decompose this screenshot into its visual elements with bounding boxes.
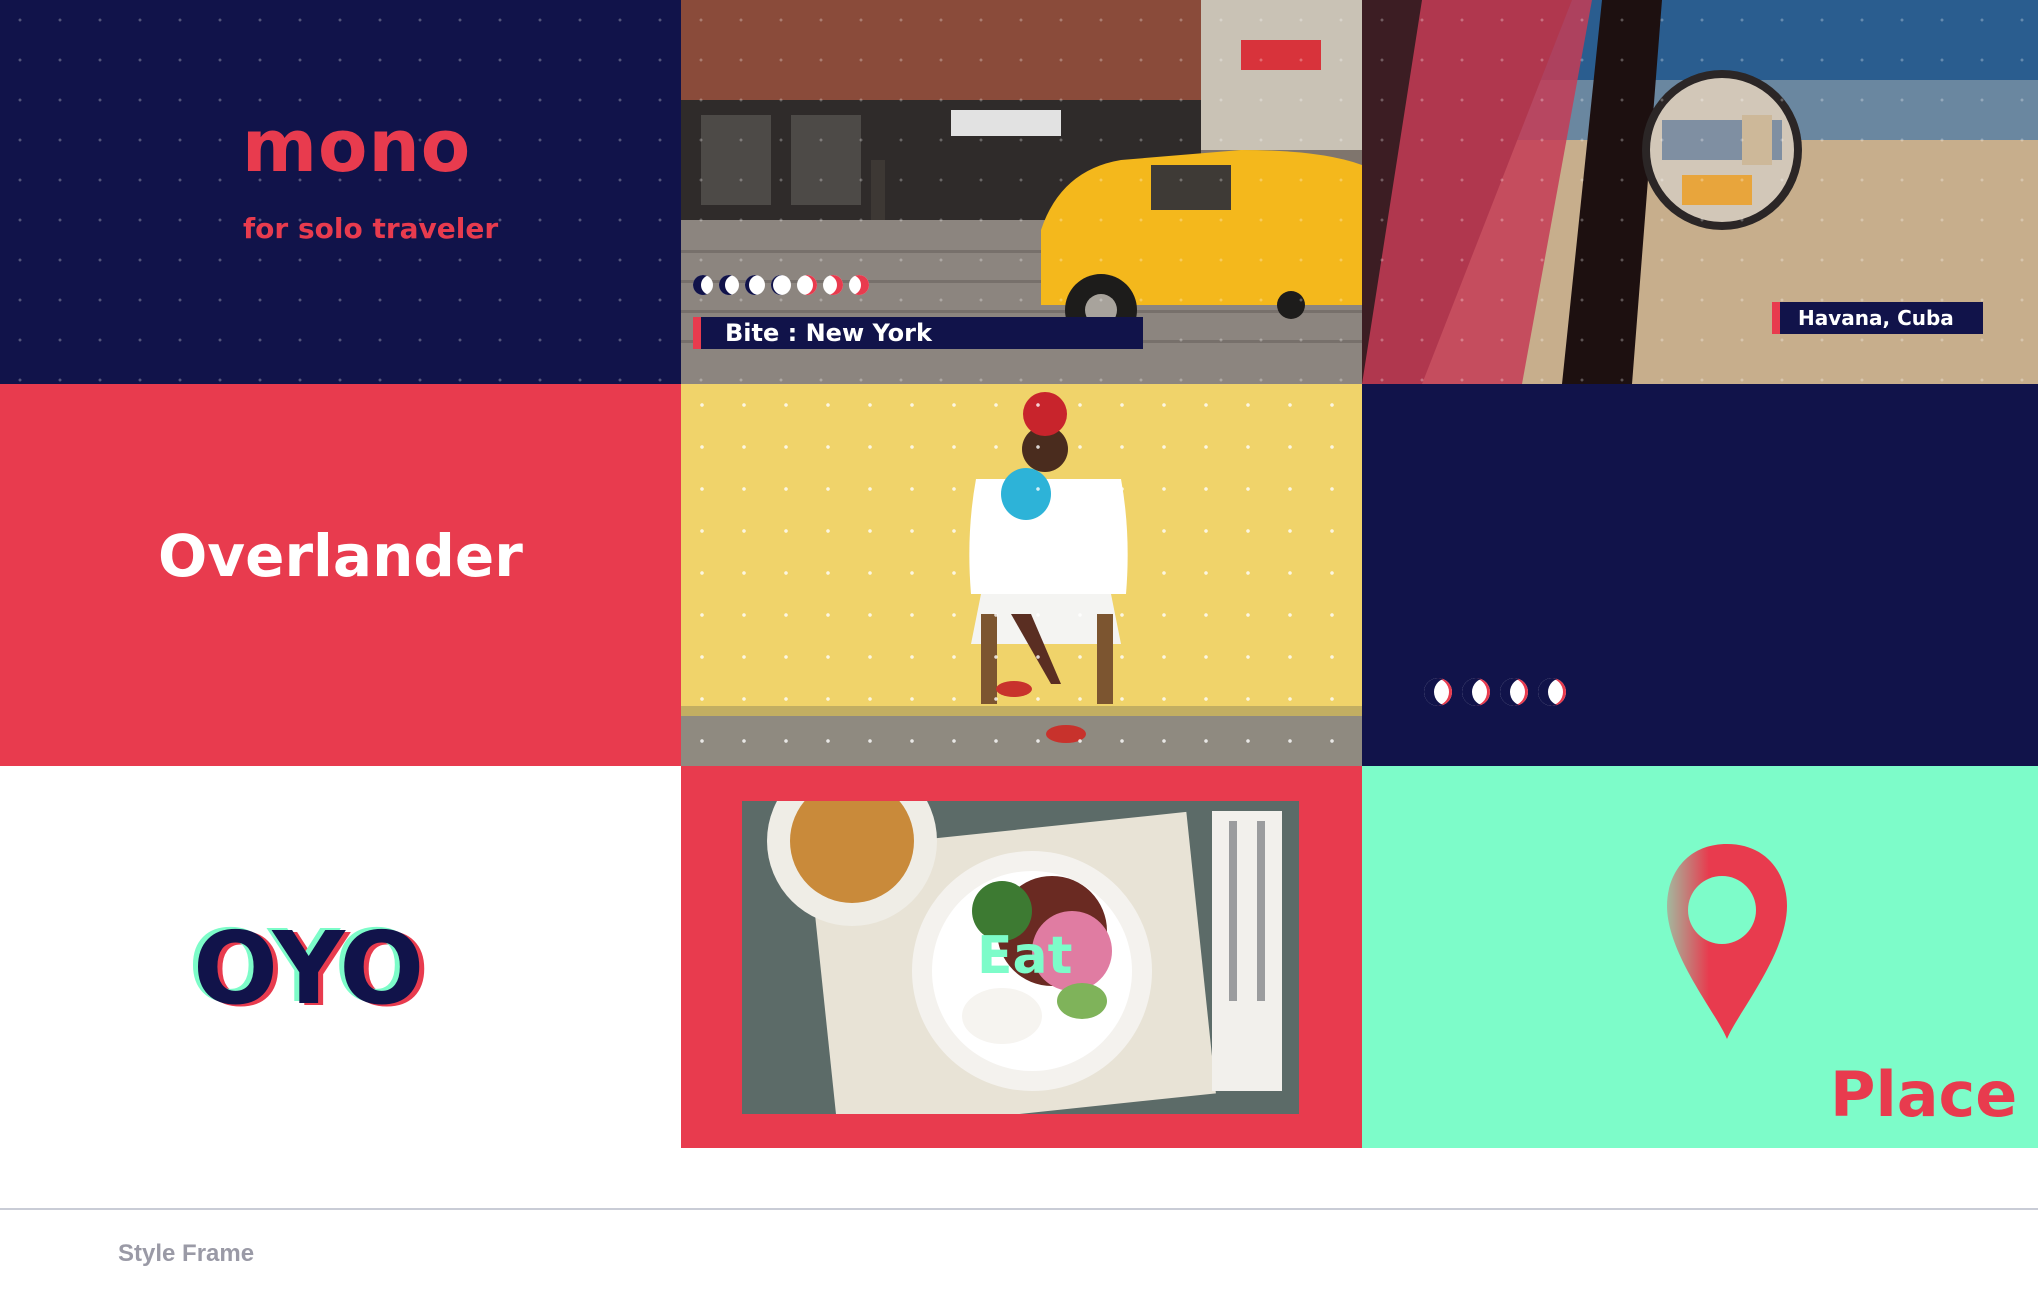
- moon-phase-icon: [849, 275, 869, 295]
- place-title: Place: [1830, 1058, 2018, 1131]
- moon-phase-row: [1424, 678, 1566, 706]
- tile-havana: Havana, Cuba: [1362, 0, 2038, 384]
- tile-oyo: OYO OYO OYO: [0, 766, 681, 1148]
- moon-phase-icon: [1462, 678, 1490, 706]
- new-york-caption: Bite : New York: [693, 317, 1143, 349]
- mono-logo: mono: [242, 104, 472, 188]
- overlander-title: Overlander: [158, 522, 523, 590]
- footer-divider: [0, 1208, 2038, 1210]
- moon-phase-icon: [745, 275, 765, 295]
- tile-overlander: Overlander: [0, 384, 681, 766]
- havana-caption: Havana, Cuba: [1772, 302, 1983, 334]
- moon-phase-icon: [797, 275, 817, 295]
- new-york-caption-text: Bite : New York: [725, 319, 932, 347]
- moon-phase-icon: [823, 275, 843, 295]
- mono-tagline: for solo traveler: [243, 212, 499, 245]
- tile-navy-moons: [1362, 384, 2038, 766]
- moon-phase-icon: [1500, 678, 1528, 706]
- moon-phase-icon: [1424, 678, 1452, 706]
- tile-place: Place: [1362, 766, 2038, 1148]
- moon-phase-row: [693, 275, 869, 295]
- eat-title: Eat: [977, 926, 1073, 986]
- location-pin-icon: [1667, 844, 1787, 1039]
- footer-label: Style Frame: [118, 1240, 255, 1267]
- havana-caption-text: Havana, Cuba: [1798, 306, 1954, 330]
- moon-phase-icon: [771, 275, 791, 295]
- tile-new-york: Bite : New York: [681, 0, 1362, 384]
- moon-phase-icon: [719, 275, 739, 295]
- tile-eat: Eat: [681, 766, 1362, 1148]
- oyo-logo: OYO: [193, 910, 424, 1027]
- moon-phase-icon: [693, 275, 713, 295]
- tile-mono: mono for solo traveler: [0, 0, 681, 384]
- tile-cuban-woman: [681, 384, 1362, 766]
- moon-phase-icon: [1538, 678, 1566, 706]
- woman-sitting-photo: [681, 384, 1362, 766]
